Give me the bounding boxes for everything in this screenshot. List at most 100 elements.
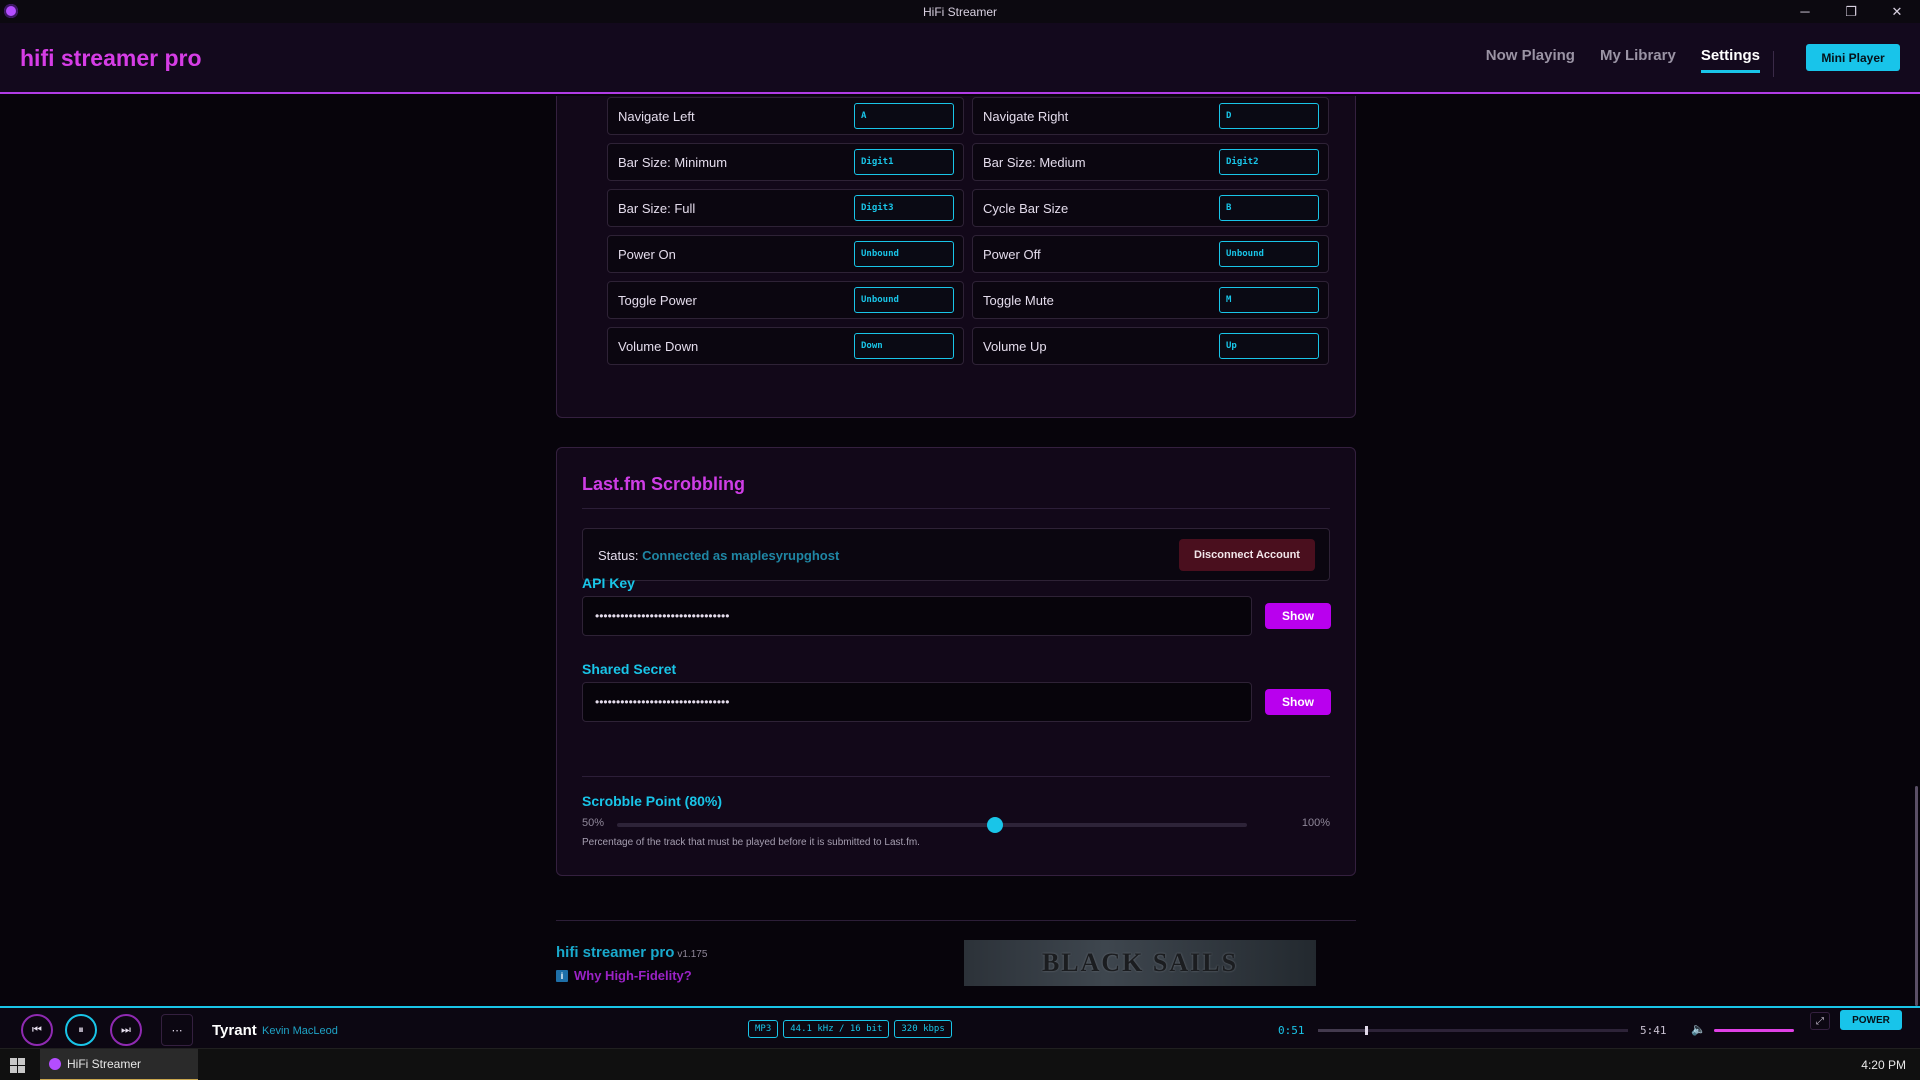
seek-fill bbox=[1318, 1029, 1365, 1032]
slider-divider bbox=[582, 776, 1330, 777]
keybinding-key-input[interactable]: Unbound bbox=[854, 241, 954, 267]
shared-secret-input[interactable]: •••••••••••••••••••••••••••••••• bbox=[582, 682, 1252, 722]
taskbar-app-label: HiFi Streamer bbox=[67, 1057, 142, 1071]
nav-divider bbox=[1773, 51, 1774, 77]
keybinding-row: Bar Size: Full Digit3 bbox=[607, 189, 964, 227]
footer-brand: hifi streamer pro v1.175 bbox=[556, 944, 707, 961]
keybinding-key-input[interactable]: Up bbox=[1219, 333, 1319, 359]
slider-max-label: 100% bbox=[1301, 817, 1330, 829]
app-logo-icon bbox=[4, 4, 18, 18]
footer-divider bbox=[556, 920, 1356, 921]
samplerate-badge: 44.1 kHz / 16 bit bbox=[783, 1020, 890, 1038]
status-label: Status: bbox=[598, 548, 639, 563]
minimize-icon[interactable]: ─ bbox=[1782, 0, 1828, 23]
keybinding-row: Toggle Mute M bbox=[972, 281, 1329, 319]
content-scrollbar[interactable] bbox=[1912, 96, 1920, 1006]
scrobble-slider-thumb[interactable] bbox=[987, 817, 1003, 833]
nav-now-playing[interactable]: Now Playing bbox=[1486, 47, 1575, 73]
keybinding-label: Toggle Power bbox=[618, 292, 697, 308]
version-label: v1.175 bbox=[677, 949, 708, 960]
keybindings-grid: Navigate Left A Navigate Right D Bar Size: M… bbox=[607, 97, 1329, 365]
restore-icon[interactable]: ❐ bbox=[1828, 0, 1874, 23]
total-time: 5:41 bbox=[1640, 1024, 1667, 1037]
api-key-label: API Key bbox=[582, 575, 635, 591]
keybinding-key-input[interactable]: D bbox=[1219, 103, 1319, 129]
show-shared-secret-button[interactable]: Show bbox=[1265, 689, 1331, 715]
keybinding-key-input[interactable]: Down bbox=[854, 333, 954, 359]
keybinding-key-input[interactable]: Unbound bbox=[854, 287, 954, 313]
footer-brand-name: hifi streamer pro bbox=[556, 944, 675, 961]
api-key-input[interactable]: •••••••••••••••••••••••••••••••• bbox=[582, 596, 1252, 636]
keybinding-label: Bar Size: Minimum bbox=[618, 154, 728, 170]
section-divider bbox=[582, 508, 1330, 509]
keybinding-label: Bar Size: Medium bbox=[983, 154, 1086, 170]
why-high-fidelity-link[interactable]: i Why High-Fidelity? bbox=[556, 968, 692, 983]
keybinding-key-input[interactable]: M bbox=[1219, 287, 1319, 313]
elapsed-time: 0:51 bbox=[1278, 1024, 1305, 1037]
taskbar-app-icon bbox=[49, 1058, 61, 1070]
player-bar: ⏮ ⏸ ⏭ ⋯ Tyrant Kevin MacLeod MP3 44.1 kH… bbox=[0, 1006, 1920, 1048]
keybinding-row: Power Off Unbound bbox=[972, 235, 1329, 273]
volume-fill bbox=[1714, 1029, 1794, 1032]
pause-button[interactable]: ⏸ bbox=[65, 1014, 97, 1046]
keybinding-key-input[interactable]: Digit2 bbox=[1219, 149, 1319, 175]
keybinding-row: Power On Unbound bbox=[607, 235, 964, 273]
keybinding-key-input[interactable]: B bbox=[1219, 195, 1319, 221]
next-track-button[interactable]: ⏭ bbox=[110, 1014, 142, 1046]
keybinding-key-input[interactable]: A bbox=[854, 103, 954, 129]
close-icon[interactable]: ✕ bbox=[1874, 0, 1920, 23]
track-artist[interactable]: Kevin MacLeod bbox=[262, 1025, 338, 1037]
scrollbar-thumb[interactable] bbox=[1915, 786, 1918, 1006]
queue-menu-button[interactable]: ⋯ bbox=[161, 1014, 193, 1046]
keybinding-label: Cycle Bar Size bbox=[983, 200, 1069, 216]
previous-icon: ⏮ bbox=[32, 1023, 42, 1036]
album-banner-image: BLACK SAILS bbox=[964, 940, 1316, 986]
window-titlebar: HiFi Streamer ─ ❐ ✕ bbox=[0, 0, 1920, 23]
seek-bar[interactable] bbox=[1318, 1026, 1628, 1035]
keybinding-label: Toggle Mute bbox=[983, 292, 1054, 308]
keybinding-row: Toggle Power Unbound bbox=[607, 281, 964, 319]
keybinding-label: Volume Up bbox=[983, 338, 1047, 354]
shared-secret-label: Shared Secret bbox=[582, 661, 677, 677]
expand-icon[interactable]: ⤢ bbox=[1810, 1012, 1830, 1030]
scrobble-point-label: Scrobble Point (80%) bbox=[582, 793, 723, 809]
keybinding-row: Navigate Left A bbox=[607, 97, 964, 135]
brand-logo[interactable]: hifi streamer pro bbox=[20, 45, 202, 72]
format-badge: MP3 bbox=[748, 1020, 779, 1038]
keybinding-key-input[interactable]: Digit1 bbox=[854, 149, 954, 175]
keybinding-label: Bar Size: Full bbox=[618, 200, 696, 216]
keybinding-row: Cycle Bar Size B bbox=[972, 189, 1329, 227]
keybindings-card: Navigate Left A Navigate Right D Bar Size: M… bbox=[556, 96, 1356, 418]
slider-min-label: 50% bbox=[582, 817, 605, 829]
bitrate-badge: 320 kbps bbox=[894, 1020, 952, 1038]
nav-settings[interactable]: Settings bbox=[1700, 47, 1760, 73]
status-box: Status: Connected as maplesyrupghost Dis… bbox=[582, 528, 1330, 581]
keybinding-row: Navigate Right D bbox=[972, 97, 1329, 135]
start-menu-icon[interactable] bbox=[10, 1058, 25, 1073]
nav-my-library[interactable]: My Library bbox=[1600, 47, 1676, 73]
show-api-key-button[interactable]: Show bbox=[1265, 603, 1331, 629]
section-title: Last.fm Scrobbling bbox=[582, 474, 746, 494]
track-title: Tyrant bbox=[212, 1022, 257, 1039]
keybinding-label: Navigate Right bbox=[983, 108, 1069, 124]
keybinding-label: Power Off bbox=[983, 246, 1041, 262]
scrobble-slider[interactable] bbox=[617, 817, 1247, 833]
os-taskbar: HiFi Streamer 4:20 PM bbox=[0, 1048, 1920, 1080]
banner-text: BLACK SAILS bbox=[1041, 948, 1239, 977]
scrobble-hint: Percentage of the track that must be pla… bbox=[582, 837, 920, 848]
volume-slider[interactable] bbox=[1714, 1029, 1794, 1032]
keybinding-label: Navigate Left bbox=[618, 108, 695, 124]
disconnect-account-button[interactable]: Disconnect Account bbox=[1179, 539, 1315, 571]
keybinding-label: Volume Down bbox=[618, 338, 699, 354]
seek-knob[interactable] bbox=[1364, 1026, 1368, 1035]
power-button[interactable]: POWER bbox=[1840, 1010, 1902, 1030]
previous-track-button[interactable]: ⏮ bbox=[21, 1014, 53, 1046]
mini-player-button[interactable]: Mini Player bbox=[1806, 44, 1900, 71]
keybinding-key-input[interactable]: Unbound bbox=[1219, 241, 1319, 267]
next-icon: ⏭ bbox=[121, 1023, 131, 1036]
settings-content[interactable]: Navigate Left A Navigate Right D Bar Size: M… bbox=[0, 96, 1920, 1006]
keybinding-key-input[interactable]: Digit3 bbox=[854, 195, 954, 221]
format-badges: MP3 44.1 kHz / 16 bit 320 kbps bbox=[748, 1020, 952, 1038]
volume-icon[interactable]: 🔈 bbox=[1691, 1022, 1706, 1036]
taskbar-app-hifi-streamer[interactable]: HiFi Streamer bbox=[40, 1049, 198, 1080]
